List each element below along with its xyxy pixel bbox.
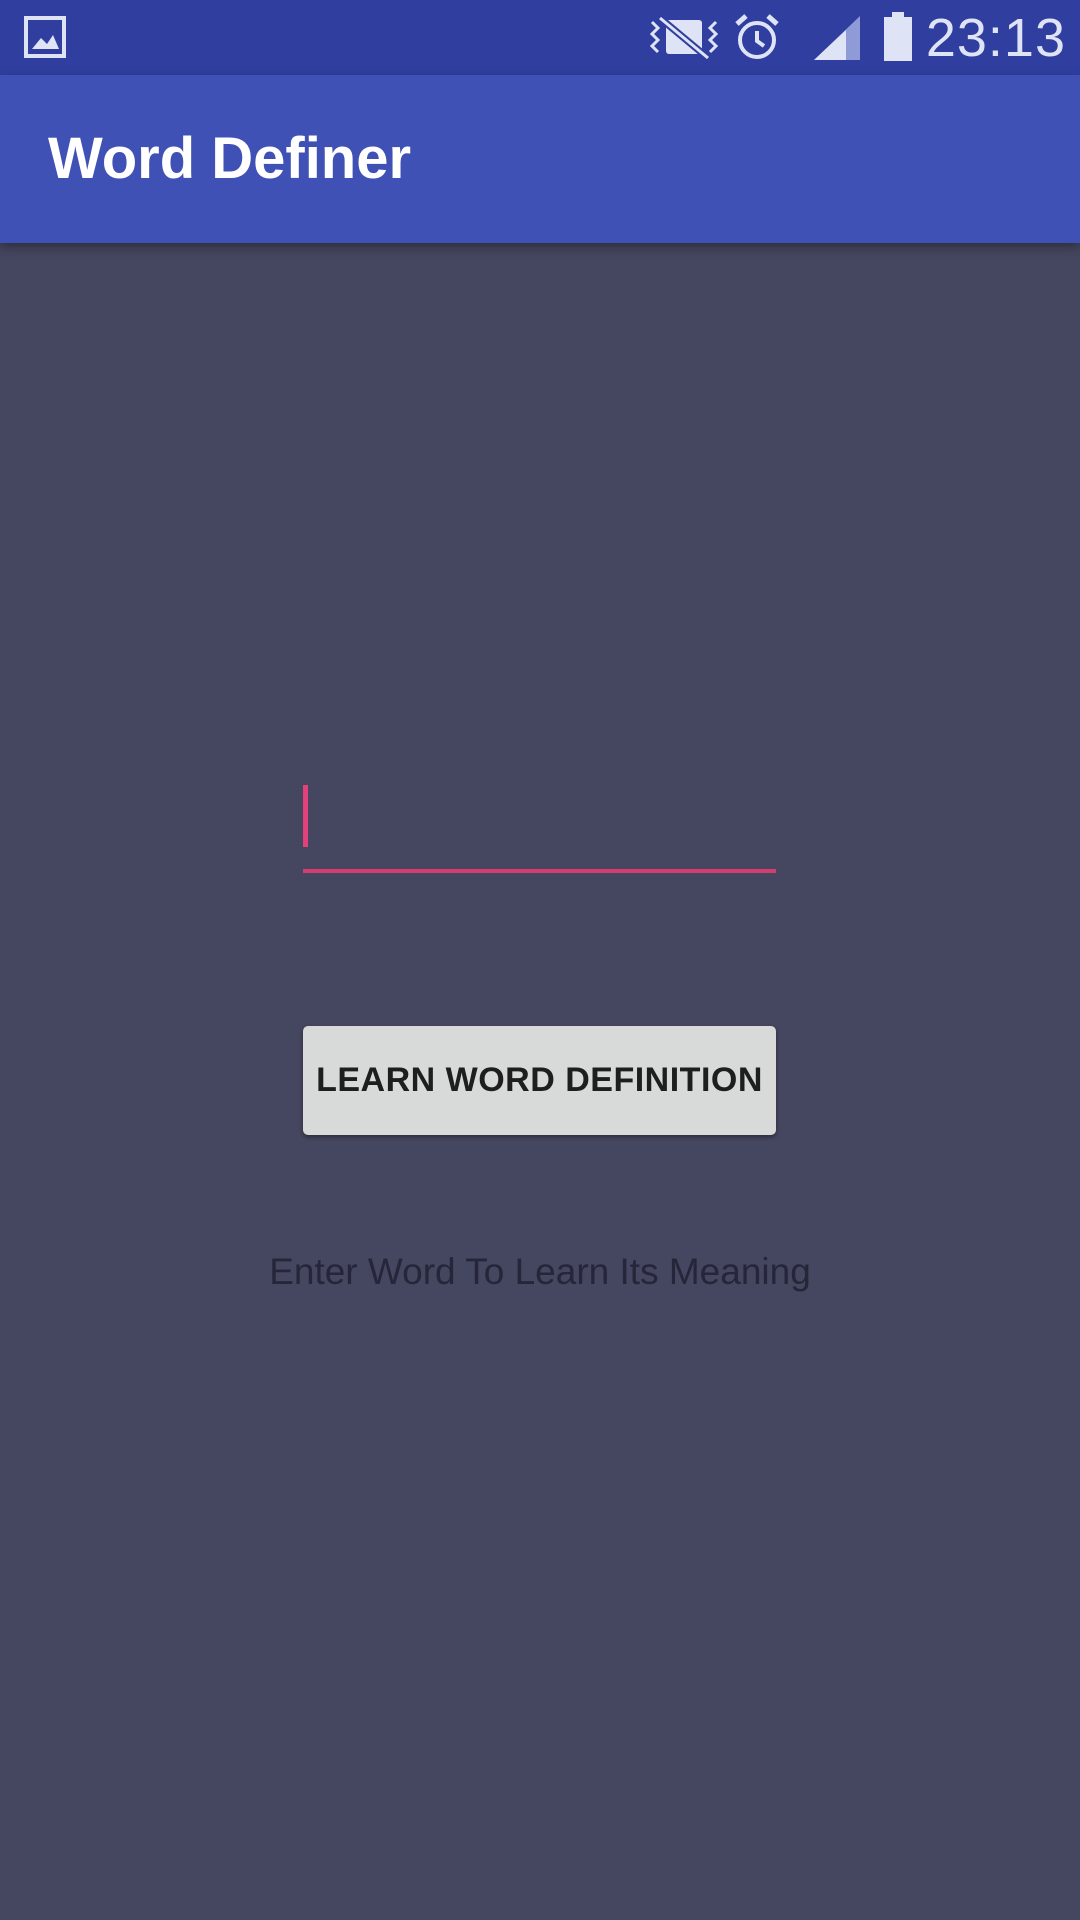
- battery-icon: [884, 12, 912, 61]
- word-input[interactable]: [303, 775, 776, 873]
- app-title: Word Definer: [48, 126, 412, 191]
- status-bar: 23:13: [0, 0, 1080, 75]
- hint-text: Enter Word To Learn Its Meaning: [269, 1251, 811, 1292]
- vibrate-off-icon: [649, 15, 719, 60]
- app-bar: Word Definer: [0, 75, 1080, 243]
- alarm-icon: [735, 14, 779, 59]
- text-cursor: [303, 785, 308, 847]
- gallery-icon: [24, 16, 66, 58]
- signal-icon: [814, 16, 860, 60]
- status-time: 23:13: [925, 8, 1066, 68]
- learn-word-definition-button[interactable]: LEARN WORD DEFINITION: [303, 1026, 776, 1135]
